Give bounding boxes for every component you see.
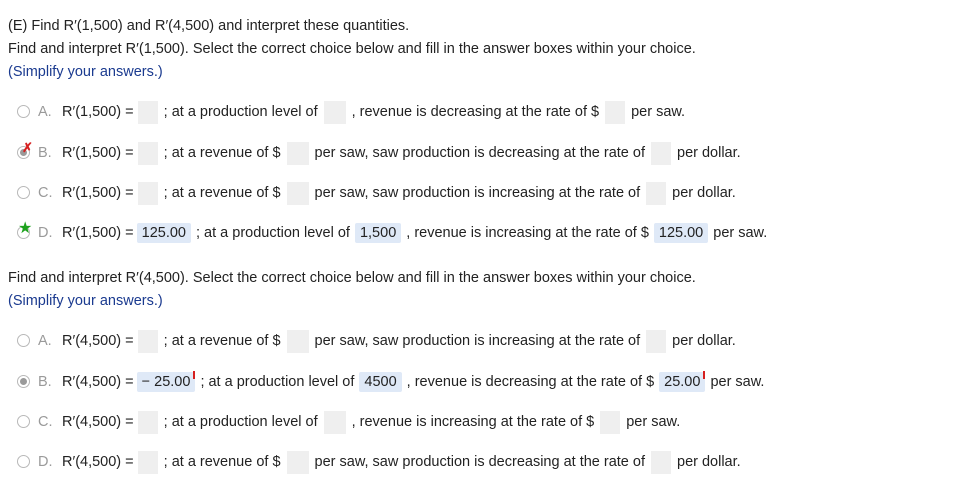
answer-box[interactable]: [137, 100, 158, 124]
answer-value[interactable]: 1,500: [354, 223, 402, 243]
answer-box[interactable]: [651, 450, 671, 474]
radio-button[interactable]: ✗: [14, 140, 34, 163]
choice-text: , revenue is increasing at the rate of $: [406, 225, 649, 241]
part2-choice-b[interactable]: B. R′(4,500) = − 25.00 ; at a production…: [14, 370, 766, 394]
answer-box[interactable]: [286, 141, 309, 165]
part1-choice-b[interactable]: ✗ B. R′(1,500) = ; at a revenue of $ per…: [14, 140, 743, 165]
radio-button[interactable]: [14, 331, 34, 351]
answer-box[interactable]: [137, 141, 158, 165]
answer-box[interactable]: [600, 410, 621, 434]
answer-box[interactable]: [651, 141, 671, 165]
choice-letter: D.: [38, 225, 53, 241]
part2-choice-a[interactable]: A. R′(4,500) = ; at a revenue of $ per s…: [14, 329, 738, 353]
choice-expression: R′(4,500) =: [62, 333, 134, 349]
answer-box[interactable]: [137, 410, 158, 434]
choice-letter: A.: [38, 333, 52, 349]
part1-simplify-note: (Simplify your answers.): [8, 64, 163, 80]
answer-value[interactable]: 125.00: [653, 223, 709, 243]
part1-choice-a[interactable]: A. R′(1,500) = ; at a production level o…: [14, 100, 687, 124]
choice-text: per saw.: [713, 225, 768, 241]
choice-text: , revenue is decreasing at the rate of $: [351, 104, 600, 120]
answer-box[interactable]: [286, 181, 309, 205]
part1-instructions: Find and interpret R′(1,500). Select the…: [8, 41, 696, 57]
part1-choice-d[interactable]: ★ D. R′(1,500) = 125.00 ; at a productio…: [14, 220, 769, 245]
choice-expression: R′(1,500) =: [62, 145, 134, 161]
answer-box[interactable]: [137, 181, 158, 205]
choice-expression: R′(1,500) =: [62, 104, 134, 120]
choice-text: ; at a revenue of $: [163, 145, 281, 161]
answer-box[interactable]: [286, 450, 309, 474]
choice-letter: B.: [38, 374, 52, 390]
radio-button[interactable]: [14, 452, 34, 472]
radio-button[interactable]: [14, 412, 34, 432]
answer-value[interactable]: 25.00: [659, 371, 706, 392]
answer-box[interactable]: [646, 181, 667, 205]
choice-text: , revenue is increasing at the rate of $: [351, 414, 595, 430]
correct-star-icon: ★: [18, 220, 33, 237]
choice-text: per dollar.: [672, 333, 736, 349]
question-title: (E) Find R′(1,500) and R′(4,500) and int…: [8, 18, 410, 34]
choice-text: ; at a revenue of $: [163, 454, 281, 470]
choice-text: ; at a revenue of $: [163, 185, 281, 201]
choice-text: ; at a production level of: [196, 225, 350, 241]
answer-value[interactable]: − 25.00: [136, 371, 196, 392]
radio-button[interactable]: ★: [14, 220, 34, 243]
choice-letter: C.: [38, 414, 53, 430]
choice-text: ; at a production level of: [163, 414, 318, 430]
choice-text: per saw, saw production is decreasing at…: [314, 145, 645, 161]
choice-text: per saw.: [626, 414, 681, 430]
choice-text: per dollar.: [677, 145, 741, 161]
choice-letter: D.: [38, 454, 53, 470]
choice-text: per saw, saw production is increasing at…: [314, 185, 641, 201]
choice-text: per saw.: [710, 374, 765, 390]
choice-expression: R′(1,500) =: [62, 225, 134, 241]
incorrect-icon: ✗: [22, 140, 33, 155]
part2-instructions: Find and interpret R′(4,500). Select the…: [8, 270, 696, 286]
answer-box[interactable]: [646, 329, 667, 353]
part2-simplify-note: (Simplify your answers.): [8, 293, 163, 309]
radio-button[interactable]: [14, 183, 34, 203]
choice-text: per saw.: [631, 104, 686, 120]
choice-text: ; at a production level of: [200, 374, 355, 390]
choice-text: per saw, saw production is decreasing at…: [314, 454, 645, 470]
choice-text: , revenue is decreasing at the rate of $: [406, 374, 655, 390]
answer-box[interactable]: [323, 100, 346, 124]
choice-expression: R′(4,500) =: [62, 414, 134, 430]
choice-expression: R′(4,500) =: [62, 374, 134, 390]
answer-box[interactable]: [323, 410, 346, 434]
choice-expression: R′(4,500) =: [62, 454, 134, 470]
part2-choice-d[interactable]: D. R′(4,500) = ; at a revenue of $ per s…: [14, 450, 743, 474]
answer-value[interactable]: 125.00: [136, 223, 191, 243]
answer-value[interactable]: 4500: [359, 372, 402, 392]
choice-letter: B.: [38, 145, 52, 161]
choice-expression: R′(1,500) =: [62, 185, 134, 201]
radio-button[interactable]: [14, 102, 34, 122]
answer-box[interactable]: [137, 329, 158, 353]
choice-text: ; at a production level of: [163, 104, 318, 120]
part1-choice-c[interactable]: C. R′(1,500) = ; at a revenue of $ per s…: [14, 181, 738, 205]
answer-box[interactable]: [286, 329, 309, 353]
choice-letter: C.: [38, 185, 53, 201]
choice-text: per saw, saw production is increasing at…: [314, 333, 641, 349]
choice-text: ; at a revenue of $: [163, 333, 281, 349]
choice-text: per dollar.: [677, 454, 741, 470]
answer-box[interactable]: [605, 100, 626, 124]
answer-box[interactable]: [137, 450, 158, 474]
radio-button-selected[interactable]: [14, 372, 34, 392]
part2-choice-c[interactable]: C. R′(4,500) = ; at a production level o…: [14, 410, 682, 434]
choice-text: per dollar.: [672, 185, 736, 201]
choice-letter: A.: [38, 104, 52, 120]
